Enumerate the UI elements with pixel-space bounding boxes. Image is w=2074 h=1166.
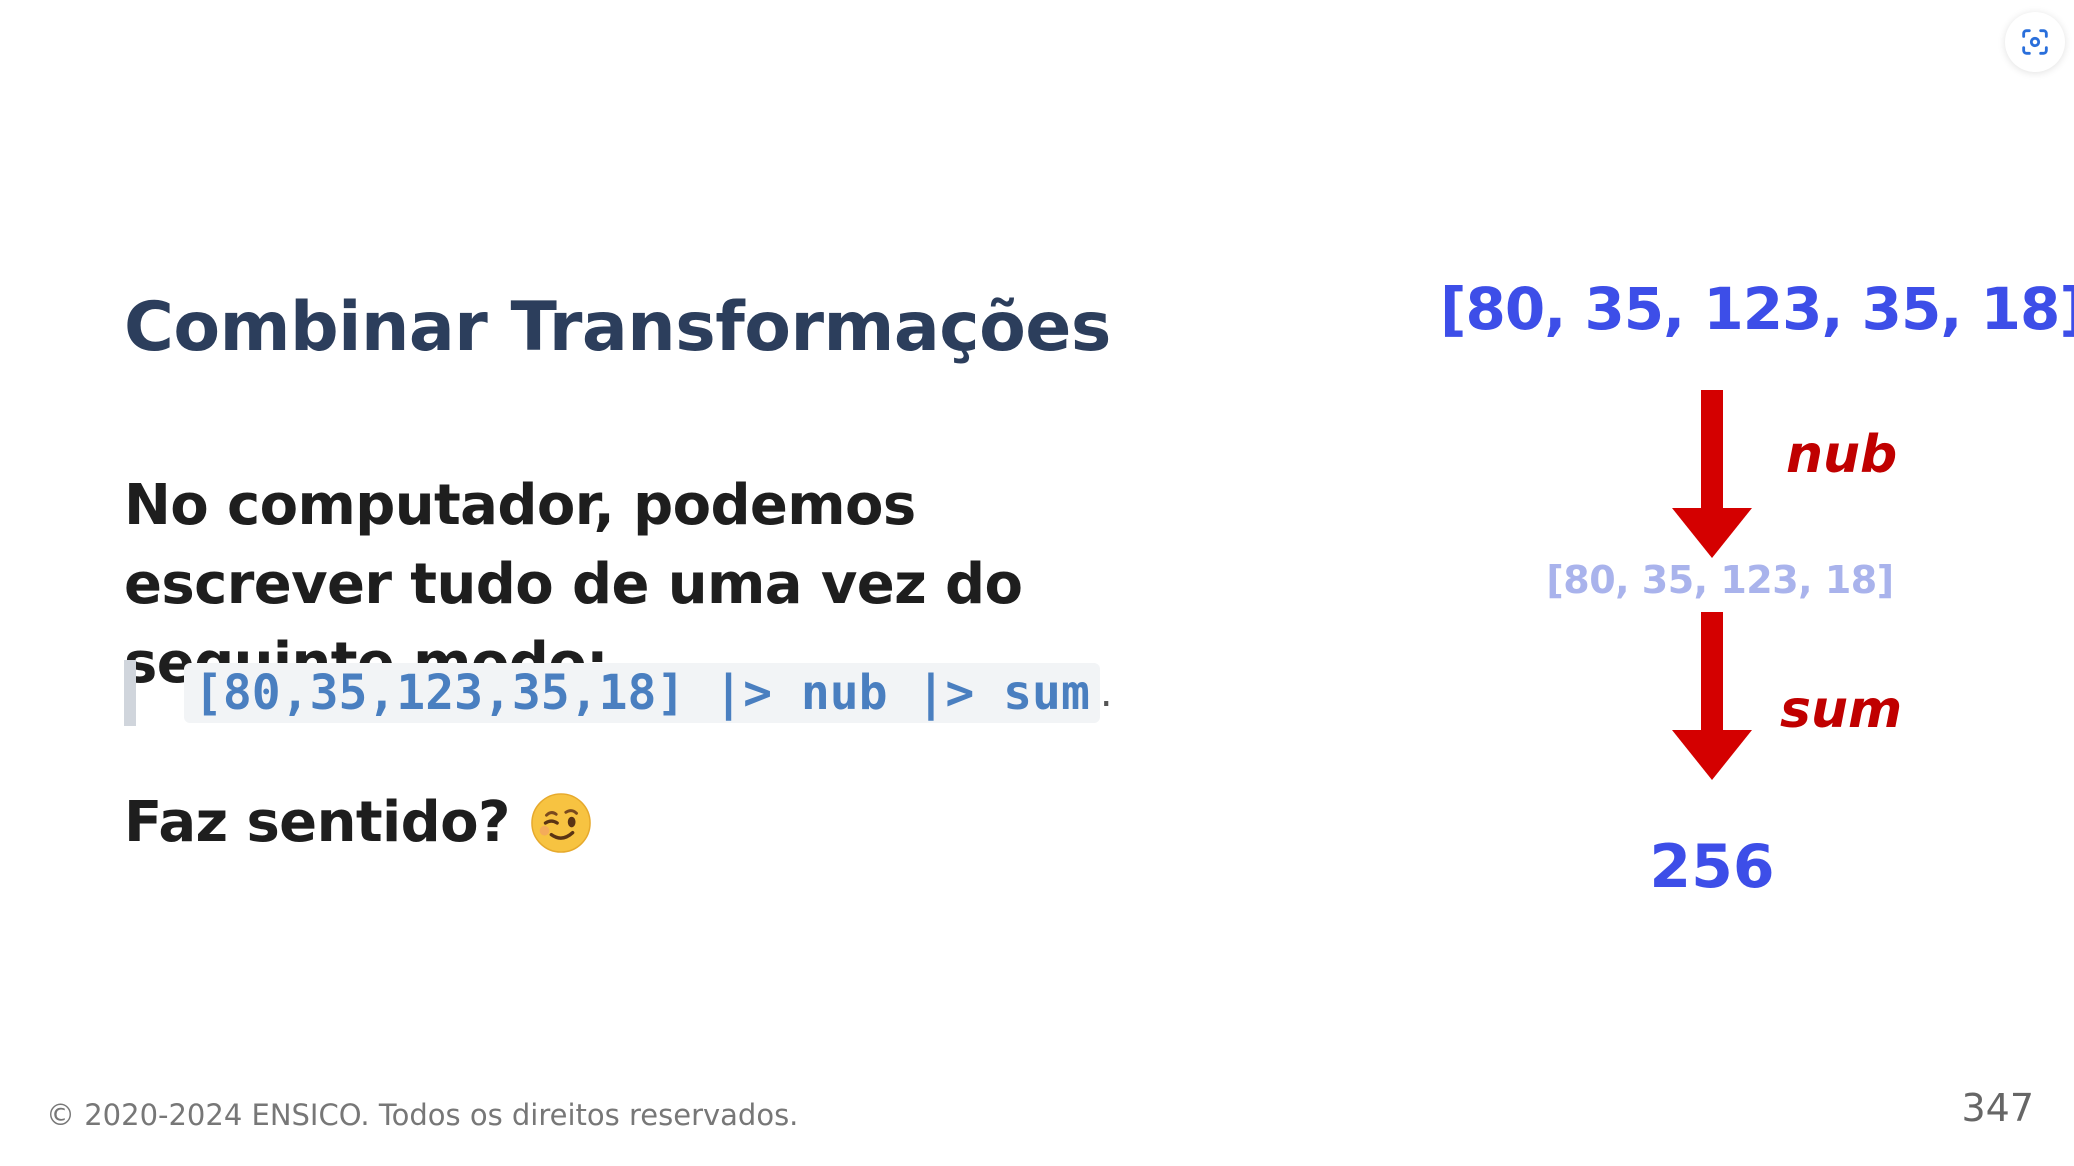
input-list: [80, 35, 123, 35, 18] xyxy=(1440,275,2074,343)
code-snippet: [80,35,123,35,18] |> nub |> sum xyxy=(184,663,1100,723)
screenshot-capture-icon xyxy=(2022,29,2048,55)
blockquote-bar xyxy=(124,660,136,726)
function-label-sum: sum xyxy=(1780,680,1903,740)
winking-face-icon xyxy=(531,792,591,853)
page-number: 347 xyxy=(1961,1086,2034,1130)
intermediate-list: [80, 35, 123, 18] xyxy=(1546,558,1894,602)
arrow-down-icon xyxy=(1672,390,1752,558)
code-blockquote: [80,35,123,35,18] |> nub |> sum . xyxy=(124,660,1113,726)
arrow-down-icon xyxy=(1672,612,1752,780)
slide-title: Combinar Transformações xyxy=(124,288,1111,367)
result-value: 256 xyxy=(1649,832,1775,902)
question-text: Faz sentido? xyxy=(124,790,510,855)
screenshot-button[interactable] xyxy=(2005,12,2065,72)
function-label-nub: nub xyxy=(1786,425,1898,485)
footer-copyright: © 2020-2024 ENSICO. Todos os direitos re… xyxy=(46,1098,799,1132)
question-line: Faz sentido? xyxy=(124,790,592,855)
code-suffix: . xyxy=(1099,670,1113,716)
